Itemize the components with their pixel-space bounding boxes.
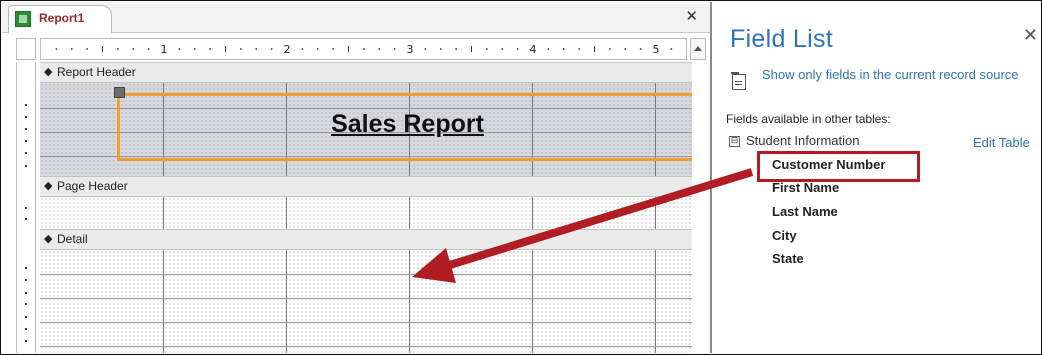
field-list-pane: Field List ✕ Show only fields in the cur… [712, 2, 1040, 353]
ruler-tick [455, 48, 458, 50]
ruler-tick [70, 48, 73, 50]
horizontal-ruler[interactable]: 1 2 3 4 5 [40, 38, 687, 60]
ruler-tick [362, 48, 365, 50]
ruler-tick [25, 218, 27, 220]
ruler-tick [25, 104, 27, 106]
ruler-tick [132, 48, 135, 50]
section-label: Report Header [57, 65, 136, 79]
ruler-tick [485, 48, 488, 50]
ruler-tick [25, 340, 27, 342]
ruler-tick [25, 140, 27, 142]
section-collapse-icon: ◆ [44, 65, 53, 78]
close-document-icon[interactable]: ✕ [685, 7, 698, 25]
ruler-tick [439, 48, 442, 50]
ruler-number: 2 [284, 43, 291, 56]
ruler-tick [25, 328, 27, 330]
ruler-tick [55, 48, 58, 50]
section-bar-detail[interactable]: ◆ Detail [40, 229, 692, 250]
scroll-up-button[interactable] [690, 38, 706, 60]
field-state[interactable]: State [772, 251, 804, 266]
ruler-tick [393, 48, 396, 50]
ruler-tick [562, 48, 565, 50]
ruler-number: 1 [161, 43, 168, 56]
ruler-tick [147, 48, 150, 50]
collapse-table-icon[interactable]: ⊟ [729, 136, 740, 147]
section-bar-report-header[interactable]: ◆ Report Header [40, 62, 692, 83]
ruler-tick [209, 48, 212, 50]
section-label: Page Header [57, 179, 128, 193]
report-title-label[interactable]: Sales Report [114, 87, 692, 161]
ruler-tick [501, 48, 504, 50]
highlight-box [757, 151, 920, 182]
ruler-tick [316, 48, 319, 50]
vertical-ruler[interactable] [16, 62, 36, 353]
filter-doc-icon[interactable] [731, 72, 746, 90]
ruler-tick [25, 116, 27, 118]
ruler-tick [25, 152, 27, 154]
ruler-tick [670, 48, 673, 50]
report-design-view: Report1 ✕ 1 2 3 4 5 ◆ Report Header Sales Re… [2, 2, 712, 353]
ruler-number: 5 [653, 43, 660, 56]
ruler-tick [25, 292, 27, 294]
ruler-tick [239, 48, 242, 50]
report-title-text: Sales Report [331, 110, 484, 138]
ruler-tick [255, 48, 258, 50]
section-collapse-icon: ◆ [44, 179, 53, 192]
ruler-tick [86, 48, 89, 50]
tab-report1[interactable]: Report1 [8, 5, 112, 33]
ruler-tick [516, 48, 519, 50]
ruler-tick [25, 207, 27, 209]
page-header-area[interactable] [40, 197, 692, 229]
ruler-tick [25, 267, 27, 269]
close-icon[interactable]: ✕ [1023, 25, 1038, 46]
ruler-tick [547, 48, 550, 50]
field-list-title: Field List [730, 25, 834, 53]
field-last-name[interactable]: Last Name [772, 204, 838, 219]
ruler-tick [608, 48, 611, 50]
fields-available-label: Fields available in other tables: [726, 112, 891, 126]
ruler-tick [25, 316, 27, 318]
field-first-name[interactable]: First Name [772, 180, 839, 195]
section-bar-page-header[interactable]: ◆ Page Header [40, 176, 692, 197]
ruler-number: 4 [530, 43, 537, 56]
edit-table-link[interactable]: Edit Table [973, 135, 1030, 150]
section-label: Detail [57, 232, 88, 246]
ruler-number: 3 [407, 43, 414, 56]
report-selector[interactable] [16, 38, 36, 60]
report-icon [15, 11, 31, 27]
ruler-tick [639, 48, 642, 50]
design-surface: ◆ Report Header Sales Report ◆ Page Head… [40, 62, 692, 353]
ruler-tick [178, 48, 181, 50]
ruler-tick [116, 48, 119, 50]
ruler-tick [332, 48, 335, 50]
ruler-tick [301, 48, 304, 50]
move-handle[interactable] [114, 87, 125, 98]
ruler-tick [270, 48, 273, 50]
section-collapse-icon: ◆ [44, 232, 53, 245]
ruler-tick [25, 165, 27, 167]
ruler-tick [624, 48, 627, 50]
ruler-tick [378, 48, 381, 50]
ruler-tick [25, 303, 27, 305]
show-only-current-fields-link[interactable]: Show only fields in the current record s… [762, 67, 1032, 83]
ruler-tick [578, 48, 581, 50]
report-header-area[interactable]: Sales Report [40, 83, 692, 176]
field-city[interactable]: City [772, 228, 797, 243]
ruler-tick [25, 128, 27, 130]
document-tab-bar: Report1 ✕ [2, 2, 710, 33]
detail-area[interactable] [40, 250, 692, 353]
ruler-tick [424, 48, 427, 50]
ruler-tick [193, 48, 196, 50]
tab-label: Report1 [39, 11, 85, 25]
ruler-tick [25, 279, 27, 281]
table-name-student-information[interactable]: Student Information [746, 133, 859, 148]
horizontal-ruler-row: 1 2 3 4 5 [2, 38, 710, 60]
